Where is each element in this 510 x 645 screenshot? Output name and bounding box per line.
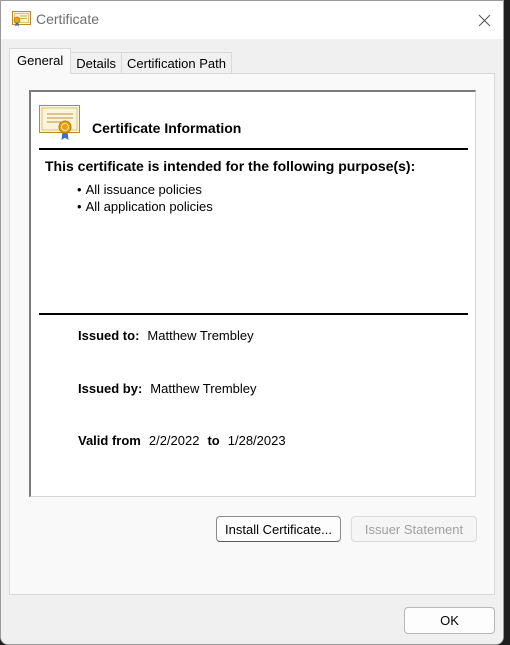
ok-button[interactable]: OK	[404, 607, 495, 634]
purpose-item: All issuance policies	[77, 181, 213, 198]
tab-details[interactable]: Details	[70, 52, 122, 74]
close-button[interactable]	[463, 1, 503, 39]
divider-bottom	[39, 313, 468, 315]
validity-row: Valid from 2/2/2022 to 1/28/2023	[78, 433, 286, 448]
certificate-icon	[12, 11, 31, 27]
issued-to-row: Issued to: Matthew Trembley	[78, 328, 254, 343]
close-icon	[478, 14, 490, 26]
certificate-dialog: Certificate General Details Certificatio…	[0, 0, 504, 645]
tab-certification-path[interactable]: Certification Path	[121, 52, 232, 74]
issued-by-row: Issued by: Matthew Trembley	[78, 381, 257, 396]
tab-general[interactable]: General	[9, 48, 72, 74]
certificate-information-heading: Certificate Information	[92, 120, 242, 136]
window-title: Certificate	[36, 11, 100, 27]
tab-strip: General Details Certification Path	[9, 48, 232, 74]
valid-to-label: to	[207, 433, 220, 448]
purpose-list: All issuance policies All application po…	[77, 181, 213, 215]
background-strip	[504, 0, 510, 645]
certificate-info-box: Certificate Information This certificate…	[29, 90, 476, 497]
valid-from-value: 2/2/2022	[148, 433, 200, 448]
certificate-icon	[39, 105, 80, 140]
valid-from-label: Valid from	[78, 433, 141, 448]
divider-top	[39, 148, 468, 150]
general-tab-panel: Certificate Information This certificate…	[9, 73, 495, 595]
valid-to-value: 1/28/2023	[227, 433, 286, 448]
issued-by-value: Matthew Trembley	[150, 381, 257, 396]
purpose-item: All application policies	[77, 198, 213, 215]
title-bar: Certificate	[1, 1, 503, 39]
install-certificate-button[interactable]: Install Certificate...	[216, 516, 341, 542]
issued-to-value: Matthew Trembley	[147, 328, 254, 343]
issuer-statement-button[interactable]: Issuer Statement	[351, 516, 477, 542]
issued-to-label: Issued to:	[78, 328, 140, 343]
issued-by-label: Issued by:	[78, 381, 143, 396]
purpose-heading: This certificate is intended for the fol…	[45, 158, 416, 174]
